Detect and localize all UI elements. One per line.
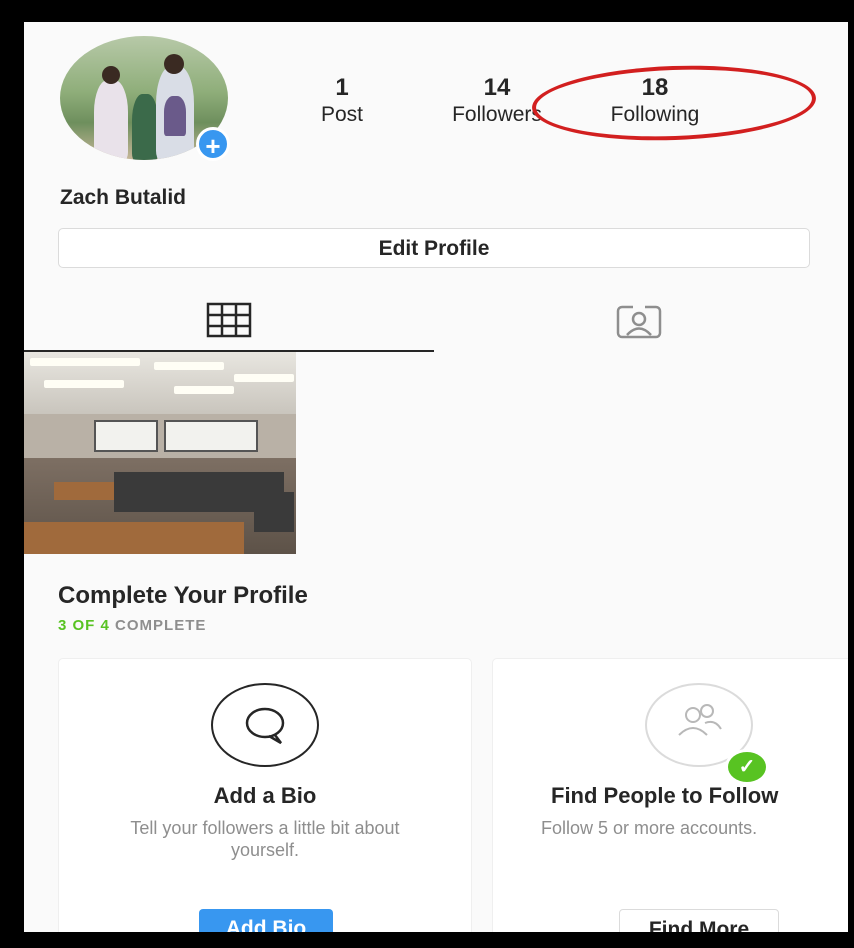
tab-tagged[interactable] — [434, 294, 844, 350]
find-people-description: Follow 5 or more accounts. — [541, 818, 758, 838]
posts-count: 1 — [335, 74, 349, 101]
profile-username: Zach Butalid — [60, 186, 187, 209]
add-bio-description: Tell your followers a little bit about y… — [130, 818, 400, 860]
tab-grid[interactable] — [24, 294, 434, 352]
edit-profile-button[interactable]: Edit Profile — [58, 228, 810, 268]
grid-icon — [206, 302, 252, 338]
add-bio-button[interactable]: Add Bio — [199, 909, 333, 932]
add-story-button[interactable]: + — [196, 127, 230, 161]
add-bio-title: Add a Bio — [213, 783, 317, 808]
speech-bubble-icon — [211, 683, 319, 767]
find-people-title: Find People to Follow — [551, 783, 779, 808]
find-more-button[interactable]: Find More — [619, 909, 779, 932]
profile-screen: + 1 Post 14 Followers 18 Following Zach … — [24, 22, 848, 932]
complete-profile-title: Complete Your Profile — [58, 582, 308, 609]
tagged-person-icon — [616, 305, 662, 339]
add-bio-card: Add a Bio Tell your followers a little b… — [58, 658, 472, 932]
posts-label: Post — [320, 103, 364, 126]
find-people-card: ✓ Find People to Follow Follow 5 or more… — [492, 658, 848, 932]
complete-profile-progress: 3 OF 4 COMPLETE — [58, 617, 207, 634]
post-thumbnail[interactable] — [24, 352, 296, 554]
complete-check-icon: ✓ — [725, 749, 769, 785]
annotation-circle — [530, 61, 818, 145]
stat-posts[interactable]: 1 Post — [302, 74, 382, 128]
